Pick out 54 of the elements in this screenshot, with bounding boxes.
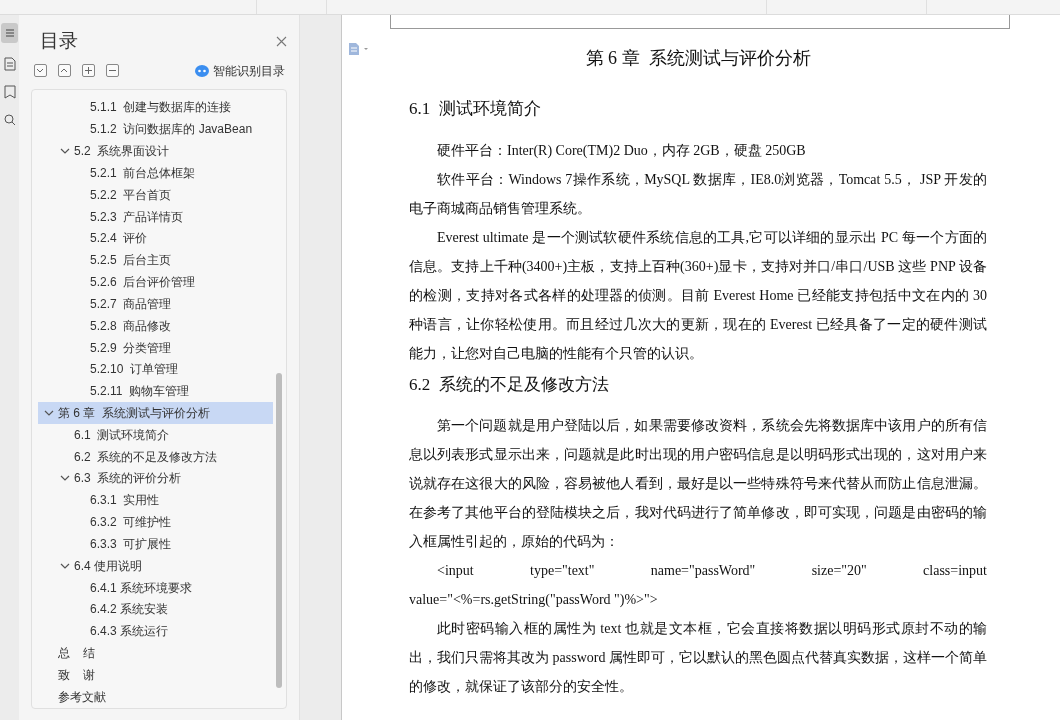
toc-item[interactable]: 6.4.1 系统环境要求	[38, 576, 273, 599]
toc-item[interactable]: 5.2.9 分类管理	[38, 336, 273, 359]
toc-item[interactable]: 6.4.3 系统运行	[38, 620, 273, 643]
chevron-down-icon[interactable]	[44, 408, 54, 418]
toc-item[interactable]: 5.1.2 访问数据库的 JavaBean	[38, 118, 273, 141]
expand-all-icon[interactable]	[34, 64, 47, 77]
toc-item[interactable]: 6.3.2 可维护性	[38, 511, 273, 534]
toc-item[interactable]: 6.1 测试环境简介	[38, 423, 273, 446]
toc-item[interactable]: 参考文献	[38, 685, 273, 708]
section-heading: 6.1 测试环境简介	[409, 98, 542, 120]
toc-item[interactable]: 5.2.1 前台总体框架	[38, 162, 273, 184]
chapter-title: 第 6 章 系统测试与评价分析	[584, 47, 812, 70]
toc-item[interactable]: 6.4.2 系统安装	[38, 598, 273, 621]
toc-item[interactable]: 5.2 系统界面设计	[38, 140, 273, 162]
plus-icon[interactable]	[82, 64, 95, 77]
toc-item[interactable]: 5.2.6 后台评价管理	[38, 271, 273, 293]
toc-item[interactable]: 5.2.8 商品修改	[38, 314, 273, 337]
toc-item[interactable]: 5.2.5 后台主页	[38, 249, 273, 272]
code-token: class=input	[923, 562, 987, 580]
toc-item[interactable]: 总 结	[38, 642, 273, 665]
toc-item[interactable]: 6.2 系统的不足及修改方法	[38, 445, 273, 468]
toc-item[interactable]: 6.3.1 实用性	[38, 489, 273, 512]
body-paragraph: 硬件平台：Inter(R) Core(TM)2 Duo，内存 2GB，硬盘 250GB	[436, 141, 807, 160]
toc-title: 目录	[40, 29, 78, 53]
code-line: value="<%=rs.getString("passWord ")%>">	[409, 591, 659, 609]
body-paragraph: 软件平台：Windows 7操作系统，MySQL 数据库，IE8.0浏览器，Tomcat 5.5， JSP 开发的电子商城商品销售管理系统。	[409, 170, 987, 218]
toc-item[interactable]: 5.1.1 创建与数据库的连接	[38, 96, 273, 119]
close-icon[interactable]	[276, 35, 287, 47]
toc-item[interactable]: 6.3 系统的评价分析	[38, 467, 273, 490]
smart-recognition-icon[interactable]	[195, 64, 209, 77]
toc-item[interactable]: 5.2.7 商品管理	[38, 292, 273, 315]
scrollbar-thumb[interactable]	[276, 372, 282, 688]
toc-item[interactable]: 5.2.11 购物车管理	[38, 380, 273, 403]
body-paragraph: 此时密码输入框的属性为 text 也就是文本框，它会直接将数据以明码形式原封不动的输出，我们只需将其改为 password 属性即可，它以默认的黑色圆点代替真实数据，这样一个简单的修改，就保证了该部分的安全性。	[409, 620, 987, 696]
toc-item[interactable]: 致 谢	[38, 664, 273, 686]
smart-recognition-link[interactable]: 智能识别目录	[213, 61, 285, 80]
section-heading: 6.2 系统的不足及修改方法	[409, 373, 610, 396]
toc-item[interactable]: 5.2.4 评价	[38, 227, 273, 250]
toc-item[interactable]: 5.2.10 订单管理	[38, 358, 273, 381]
code-token: <input	[437, 562, 474, 580]
toc-item[interactable]: 5.2.3 产品详情页	[38, 205, 273, 228]
code-token: type="text"	[530, 562, 595, 580]
minus-icon[interactable]	[106, 64, 119, 77]
search-icon[interactable]	[3, 113, 16, 127]
toc-item[interactable]: 6.4 使用说明	[38, 554, 273, 577]
toc-item[interactable]: 5.2.2 平台首页	[38, 183, 273, 206]
code-token: name="passWord"	[650, 562, 756, 580]
toc-item[interactable]: 第 6 章 系统测试与评价分析	[38, 402, 273, 424]
bookmark-icon[interactable]	[3, 85, 16, 99]
page-icon[interactable]	[3, 57, 16, 71]
toc-item[interactable]: 6.3.3 可扩展性	[38, 533, 273, 555]
body-paragraph: Everest ultimate 是一个测试软硬件系统信息的工具,它可以详细的显示出 PC 每一个方面的信息。支持上千种(3400+)主板，支持上百种(360+)显卡，支持对并口/串口/USB 这些 PNP 设备的检测，支持对各式各样的处理器的侦测。目前 Everest Home 已经能支持包括中文在内的 30 种语言，让你轻松使用。而且经过几次大的更新，现在的 Everest 已经具备了一定的硬件测试能力，让您对自己电脑的性能有个只管的认识。	[409, 228, 987, 363]
collapse-all-icon[interactable]	[58, 64, 71, 77]
code-token: size="20"	[811, 562, 867, 580]
